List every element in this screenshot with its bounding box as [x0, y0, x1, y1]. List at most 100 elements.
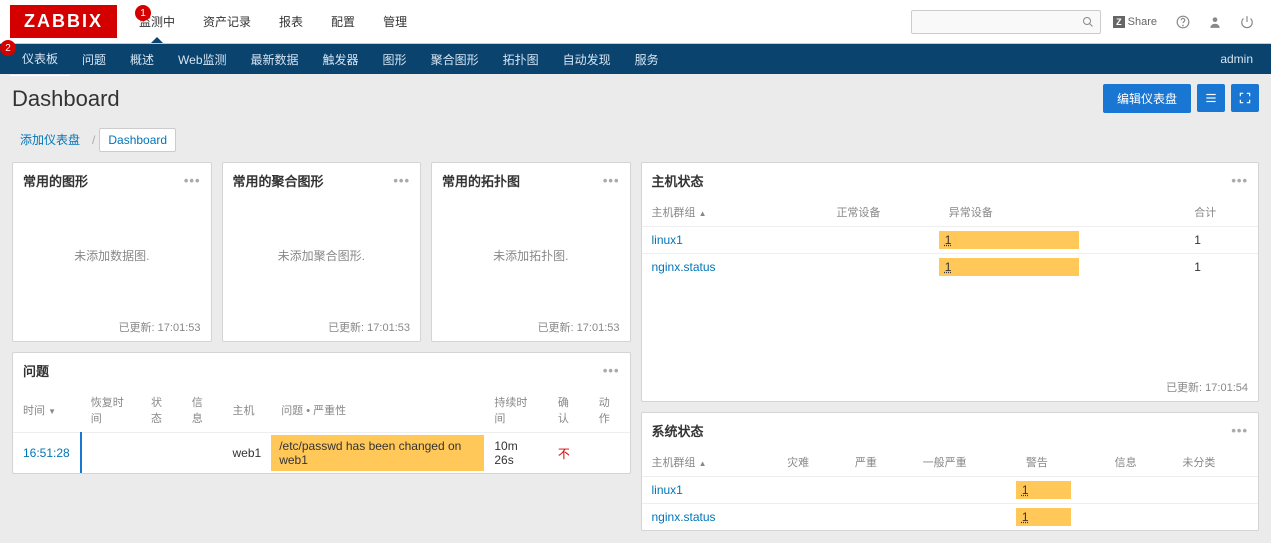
share-label: Share: [1128, 16, 1157, 28]
cell-info: [182, 433, 223, 474]
col-fail[interactable]: 异常设备: [939, 198, 1185, 227]
cell-average: [913, 477, 1016, 504]
widget-empty: 未添加拓扑图.: [432, 198, 630, 313]
cell-ok: [826, 254, 938, 281]
widget-menu-icon[interactable]: •••: [603, 363, 620, 378]
subnav-discovery[interactable]: 自动发现: [551, 43, 623, 76]
logout-button[interactable]: [1233, 8, 1261, 36]
widget-menu-icon[interactable]: •••: [1231, 423, 1248, 438]
subnav-services[interactable]: 服务: [623, 43, 671, 76]
list-icon: [1204, 91, 1218, 105]
cell-disaster: [777, 477, 845, 504]
col-ok[interactable]: 正常设备: [826, 198, 938, 227]
page-header: Dashboard 编辑仪表盘: [0, 74, 1271, 123]
subnav-dashboard[interactable]: 仪表板: [10, 42, 70, 76]
widget-menu-icon[interactable]: •••: [1231, 173, 1248, 188]
col-problem[interactable]: 问题 • 严重性: [271, 388, 484, 433]
widget-menu-icon[interactable]: •••: [184, 173, 201, 188]
cell-warning[interactable]: 1: [1016, 481, 1071, 499]
cell-time[interactable]: 16:51:28: [23, 446, 70, 460]
top-right: Z Share: [911, 8, 1271, 36]
subnav-graphs[interactable]: 图形: [371, 43, 419, 76]
col-info[interactable]: 信息: [182, 388, 223, 433]
list-button[interactable]: [1197, 84, 1225, 112]
col-ack[interactable]: 确认: [548, 388, 589, 433]
col-group[interactable]: 主机群组 ▲: [642, 198, 827, 227]
col-average[interactable]: 一般严重: [913, 448, 1016, 477]
subnav-screens[interactable]: 聚合图形: [419, 43, 491, 76]
menu-admin[interactable]: 管理: [369, 1, 421, 42]
left-column: 常用的图形 ••• 未添加数据图. 已更新: 17:01:53 常用的聚合图形 …: [12, 162, 631, 531]
user-button[interactable]: [1201, 8, 1229, 36]
widget-favorite-graphs: 常用的图形 ••• 未添加数据图. 已更新: 17:01:53: [12, 162, 212, 342]
top-menu: 监测中 资产记录 报表 配置 管理: [125, 1, 421, 42]
cell-unclassified: [1172, 504, 1258, 531]
cell-group[interactable]: linux1: [652, 483, 683, 497]
help-button[interactable]: [1169, 8, 1197, 36]
col-disaster[interactable]: 灾难: [777, 448, 845, 477]
subnav-web[interactable]: Web监测: [166, 43, 238, 76]
col-unclassified[interactable]: 未分类: [1172, 448, 1258, 477]
col-duration[interactable]: 持续时间: [484, 388, 547, 433]
subnav-triggers[interactable]: 触发器: [311, 43, 371, 76]
cell-ok: [826, 227, 938, 254]
cell-group[interactable]: nginx.status: [652, 510, 716, 524]
menu-inventory[interactable]: 资产记录: [189, 1, 265, 42]
col-recovery[interactable]: 恢复时间: [81, 388, 141, 433]
subnav-problems[interactable]: 问题: [70, 43, 118, 76]
widget-header: 常用的拓扑图 •••: [432, 163, 630, 198]
cell-total: 1: [1184, 254, 1258, 281]
col-info[interactable]: 信息: [1105, 448, 1173, 477]
subnav-overview[interactable]: 概述: [118, 43, 166, 76]
cell-fail[interactable]: 1: [939, 258, 1079, 276]
cell-fail[interactable]: 1: [939, 231, 1079, 249]
user-label[interactable]: admin: [1220, 52, 1261, 66]
cell-group[interactable]: nginx.status: [652, 260, 716, 274]
widget-favorite-screens: 常用的聚合图形 ••• 未添加聚合图形. 已更新: 17:01:53: [222, 162, 422, 342]
menu-monitoring[interactable]: 监测中: [125, 1, 189, 42]
widget-system-status: 系统状态 ••• 主机群组 ▲ 灾难 严重 一般严重 警告 信息 未分类: [641, 412, 1260, 531]
col-high[interactable]: 严重: [845, 448, 913, 477]
breadcrumb-add[interactable]: 添加仪表盘: [12, 127, 88, 152]
cell-warning[interactable]: 1: [1016, 508, 1071, 526]
widget-footer: 已更新: 17:01:54: [642, 373, 1259, 401]
col-host[interactable]: 主机: [223, 388, 272, 433]
widget-favorite-maps: 常用的拓扑图 ••• 未添加拓扑图. 已更新: 17:01:53: [431, 162, 631, 342]
col-time[interactable]: 时间 ▼: [13, 388, 81, 433]
cell-status: [141, 433, 182, 474]
search-input[interactable]: [911, 10, 1101, 34]
cell-recovery: [81, 433, 141, 474]
col-action[interactable]: 动作: [589, 388, 630, 433]
logo[interactable]: ZABBIX: [10, 5, 117, 38]
right-column: 主机状态 ••• 主机群组 ▲ 正常设备 异常设备 合计 linux1: [641, 162, 1260, 531]
top-bar: ZABBIX 监测中 资产记录 报表 配置 管理 1 2 Z Share: [0, 0, 1271, 44]
cell-group[interactable]: linux1: [652, 233, 683, 247]
share-button[interactable]: Z Share: [1105, 12, 1165, 32]
share-z-icon: Z: [1113, 16, 1125, 28]
widget-header: 系统状态 •••: [642, 413, 1259, 448]
cell-action: [589, 433, 630, 474]
user-icon: [1208, 15, 1222, 29]
page-actions: 编辑仪表盘: [1103, 84, 1259, 113]
breadcrumb-current[interactable]: Dashboard: [99, 128, 176, 152]
col-status[interactable]: 状态: [141, 388, 182, 433]
widget-menu-icon[interactable]: •••: [393, 173, 410, 188]
widget-host-status: 主机状态 ••• 主机群组 ▲ 正常设备 异常设备 合计 linux1: [641, 162, 1260, 402]
col-total[interactable]: 合计: [1184, 198, 1258, 227]
subnav-maps[interactable]: 拓扑图: [491, 43, 551, 76]
subnav-latest[interactable]: 最新数据: [239, 43, 311, 76]
col-group[interactable]: 主机群组 ▲: [642, 448, 778, 477]
page-title: Dashboard: [12, 86, 120, 112]
menu-config[interactable]: 配置: [317, 1, 369, 42]
col-warning[interactable]: 警告: [1016, 448, 1105, 477]
fullscreen-button[interactable]: [1231, 84, 1259, 112]
cell-problem[interactable]: /etc/passwd has been changed on web1: [271, 435, 484, 471]
edit-dashboard-button[interactable]: 编辑仪表盘: [1103, 84, 1191, 113]
cell-host: web1: [223, 433, 272, 474]
top-widgets: 常用的图形 ••• 未添加数据图. 已更新: 17:01:53 常用的聚合图形 …: [12, 162, 631, 342]
widget-footer: 已更新: 17:01:53: [223, 313, 421, 341]
cell-info: [1105, 477, 1173, 504]
widget-menu-icon[interactable]: •••: [603, 173, 620, 188]
menu-reports[interactable]: 报表: [265, 1, 317, 42]
cell-ack[interactable]: 不: [558, 447, 570, 461]
